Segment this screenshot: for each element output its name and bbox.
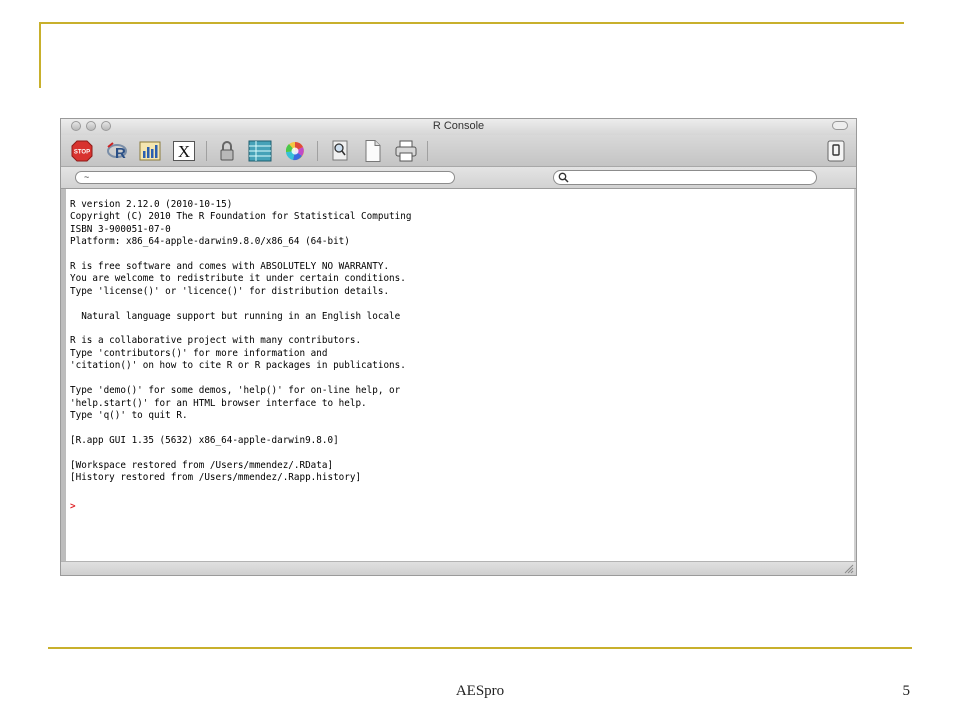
r-source-icon: R bbox=[107, 142, 127, 162]
search-input[interactable] bbox=[553, 170, 817, 185]
open-document-button[interactable] bbox=[327, 139, 353, 163]
svg-text:R: R bbox=[115, 145, 126, 162]
toolbar-toggle-button[interactable] bbox=[832, 121, 848, 130]
slide-bottom-rule bbox=[48, 647, 912, 649]
print-button[interactable] bbox=[393, 139, 419, 163]
document-search-icon bbox=[332, 140, 348, 161]
window-title: R Console bbox=[432, 120, 485, 132]
title-bar: R Console bbox=[61, 119, 856, 135]
toolbar-separator bbox=[317, 141, 318, 161]
status-bar bbox=[61, 561, 856, 575]
svg-text:STOP: STOP bbox=[74, 150, 90, 156]
colors-button[interactable] bbox=[282, 139, 308, 163]
print-icon bbox=[395, 140, 417, 162]
x11-button[interactable]: X bbox=[171, 139, 197, 163]
slide-top-rule bbox=[40, 22, 904, 24]
slide-footer: AESpro bbox=[455, 683, 505, 699]
quartz-button[interactable] bbox=[137, 139, 163, 163]
console-right-edge bbox=[854, 189, 856, 563]
bar-chart-icon bbox=[139, 141, 161, 161]
console-prompt[interactable]: > bbox=[70, 501, 76, 512]
search-icon bbox=[558, 172, 569, 183]
authentication-button[interactable] bbox=[214, 139, 240, 163]
sidebar-toggle-icon bbox=[827, 140, 845, 162]
lock-icon bbox=[220, 141, 234, 161]
new-document-button[interactable] bbox=[360, 139, 386, 163]
toolbar-separator bbox=[206, 141, 207, 161]
stop-button[interactable]: STOP bbox=[69, 139, 95, 163]
color-wheel-icon bbox=[285, 142, 304, 161]
toolbar: STOP R X bbox=[61, 135, 856, 167]
stop-icon: STOP bbox=[71, 140, 93, 162]
r-console-window: R Console STOP R X ~ R version 2.12.0 (2… bbox=[60, 118, 857, 576]
x11-icon: X bbox=[173, 141, 195, 161]
toolbar-separator bbox=[427, 141, 428, 161]
slide-left-rule bbox=[39, 22, 41, 88]
path-search-bar: ~ bbox=[61, 167, 856, 189]
console-text: R version 2.12.0 (2010-10-15) Copyright … bbox=[70, 199, 412, 483]
new-document-icon bbox=[365, 140, 381, 162]
data-table-icon bbox=[248, 140, 272, 162]
source-script-button[interactable]: R bbox=[105, 139, 131, 163]
console-left-edge bbox=[61, 189, 66, 563]
console-output[interactable]: R version 2.12.0 (2010-10-15) Copyright … bbox=[61, 189, 856, 563]
working-directory-field[interactable]: ~ bbox=[75, 171, 455, 184]
data-editor-button[interactable] bbox=[247, 139, 273, 163]
svg-text:X: X bbox=[178, 142, 190, 161]
sidebar-toggle-button[interactable] bbox=[823, 139, 849, 163]
slide-page-number: 5 bbox=[902, 683, 911, 699]
resize-grip-icon[interactable] bbox=[843, 563, 854, 574]
